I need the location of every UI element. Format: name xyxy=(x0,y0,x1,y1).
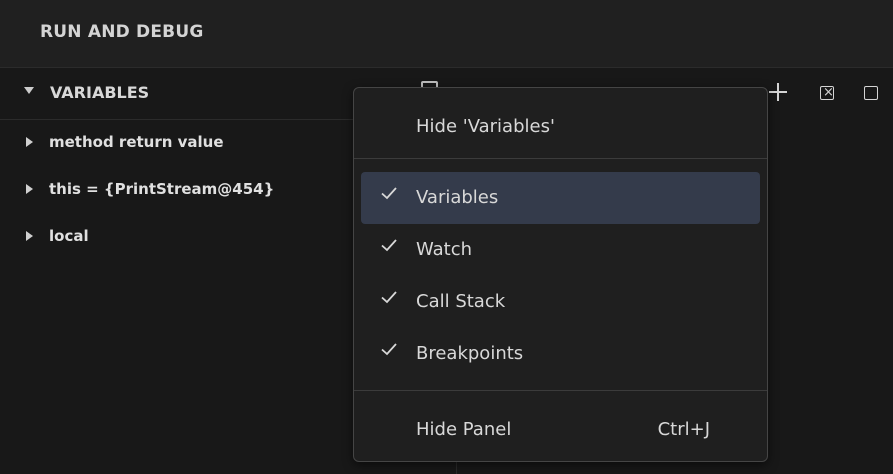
variables-section-title: VARIABLES xyxy=(50,83,150,102)
menu-item-label: Call Stack xyxy=(416,291,506,312)
menu-item-label: Breakpoints xyxy=(416,343,524,364)
tree-item-label: method return value xyxy=(49,133,224,151)
chevron-down-icon xyxy=(24,87,34,94)
menu-separator xyxy=(354,390,767,391)
tree-item-label: this = {PrintStream@454} xyxy=(49,180,275,198)
check-icon xyxy=(381,239,397,252)
menu-item-label: Watch xyxy=(416,239,473,260)
chevron-right-icon xyxy=(26,137,33,147)
menu-item-shortcut: Ctrl+J xyxy=(657,419,710,440)
menu-item-variables[interactable]: Variables xyxy=(361,172,760,224)
collapse-all-icon[interactable]: × xyxy=(818,84,836,102)
chevron-right-icon xyxy=(26,184,33,194)
check-icon xyxy=(381,291,397,304)
chevron-right-icon xyxy=(26,231,33,241)
panel-box xyxy=(864,86,878,100)
collapse-mark: × xyxy=(823,85,834,100)
check-icon xyxy=(381,343,397,356)
menu-item-hide-panel[interactable]: Hide Panel Ctrl+J xyxy=(361,404,760,456)
menu-item-label: Hide 'Variables' xyxy=(416,116,555,137)
context-menu: Hide 'Variables' Variables Watch Call St… xyxy=(353,87,768,462)
panel-icon[interactable] xyxy=(862,84,880,102)
run-and-debug-title: RUN AND DEBUG xyxy=(40,22,204,42)
menu-item-hide-variables[interactable]: Hide 'Variables' xyxy=(361,101,760,153)
tree-item-label: local xyxy=(49,227,89,245)
check-icon xyxy=(381,187,397,200)
menu-item-breakpoints[interactable]: Breakpoints xyxy=(361,328,760,380)
menu-item-call-stack[interactable]: Call Stack xyxy=(361,276,760,328)
menu-separator xyxy=(354,158,767,159)
menu-item-label: Hide Panel xyxy=(416,419,512,440)
tree-item-local[interactable]: local xyxy=(0,223,340,251)
menu-item-watch[interactable]: Watch xyxy=(361,224,760,276)
run-and-debug-header: RUN AND DEBUG xyxy=(0,0,893,68)
plus-icon[interactable] xyxy=(768,82,787,101)
tree-item-method-return-value[interactable]: method return value xyxy=(0,129,340,157)
menu-item-label: Variables xyxy=(416,187,499,208)
tree-item-this[interactable]: this = {PrintStream@454} xyxy=(0,176,340,204)
